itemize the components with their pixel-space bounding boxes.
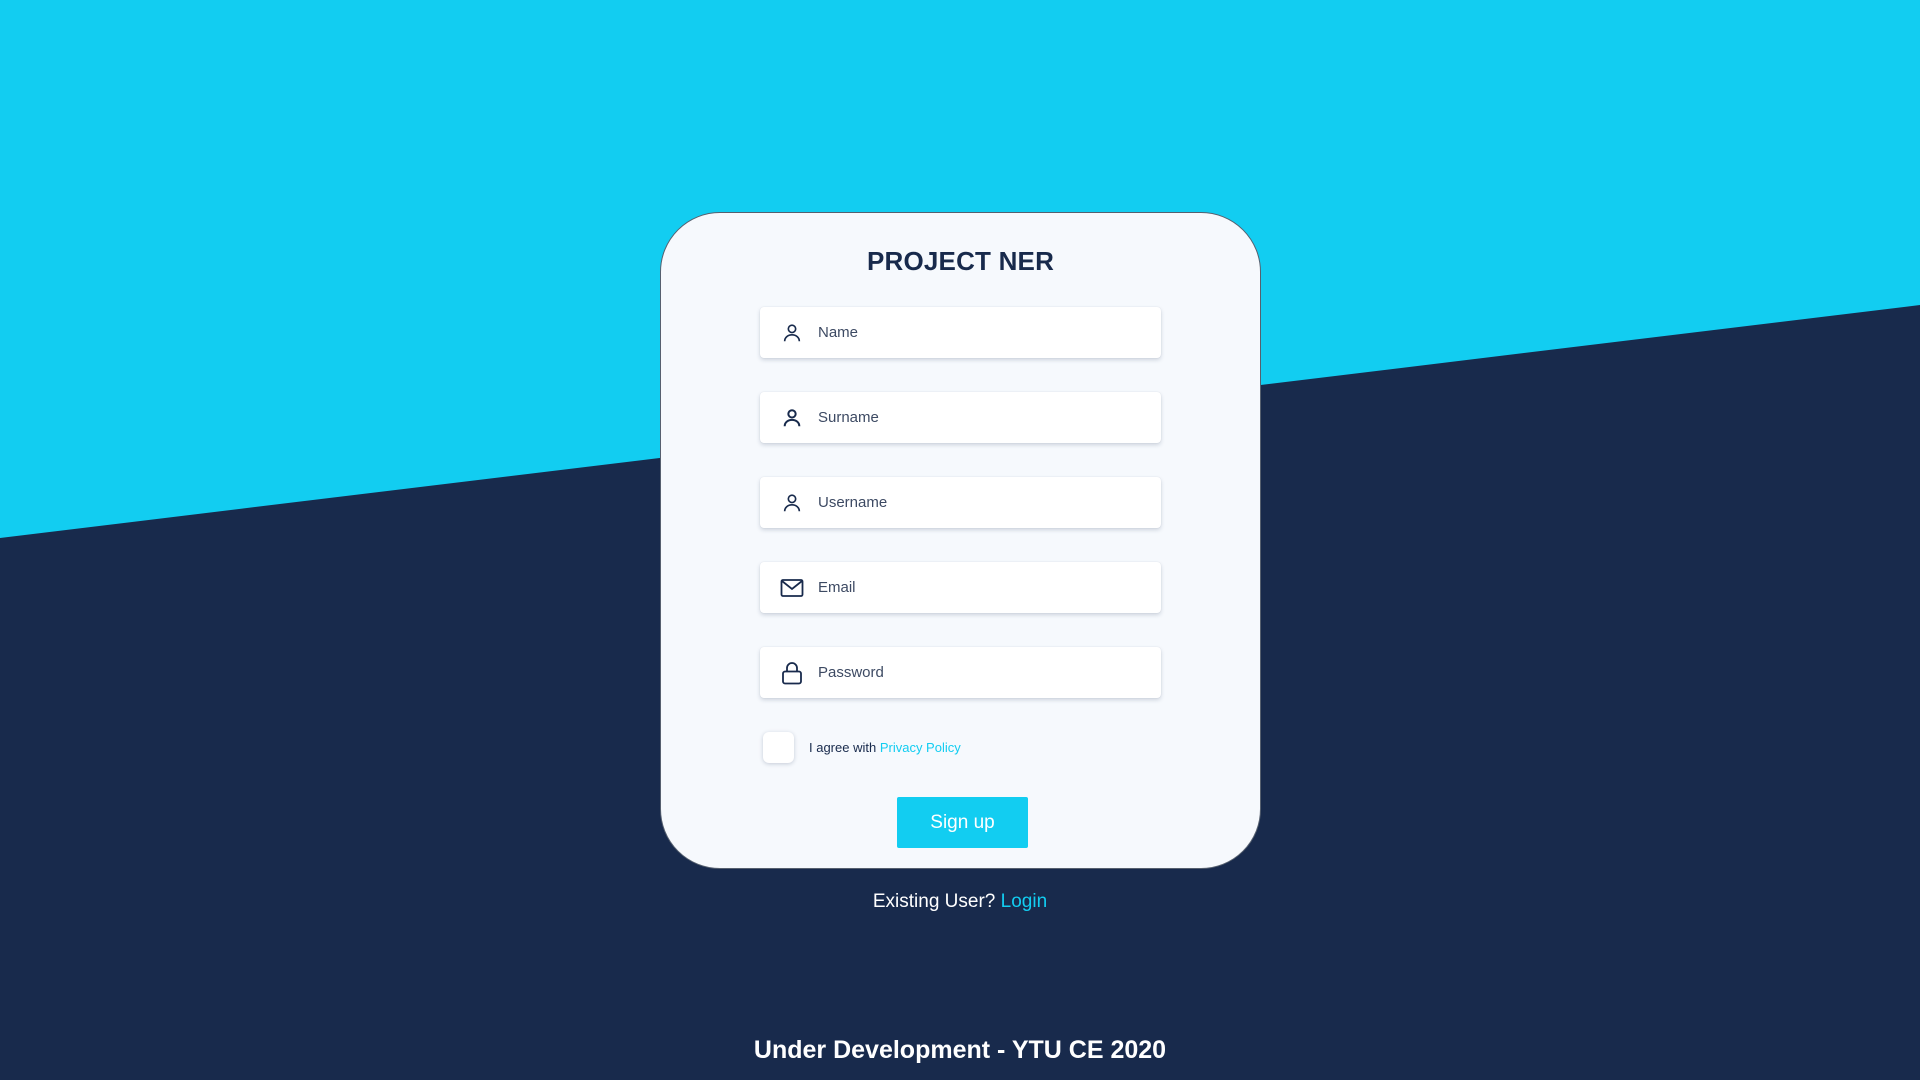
name-field[interactable] (760, 307, 1161, 358)
privacy-policy-link[interactable]: Privacy Policy (880, 740, 961, 755)
password-input[interactable] (818, 657, 1148, 688)
user-icon (780, 321, 804, 345)
name-input[interactable] (818, 317, 1148, 348)
username-input[interactable] (818, 487, 1148, 518)
agree-label: I agree with Privacy Policy (809, 740, 961, 755)
mail-icon (780, 576, 804, 600)
page-title: PROJECT NER (866, 246, 1055, 276)
lock-icon (780, 661, 804, 685)
agree-text: I agree with (809, 740, 880, 755)
privacy-agreement: I agree with Privacy Policy (763, 732, 961, 763)
username-field[interactable] (760, 477, 1161, 528)
signup-card: PROJECT NER I agree with Privacy Po (660, 212, 1261, 869)
agree-checkbox[interactable] (763, 732, 794, 763)
user-icon (780, 491, 804, 515)
surname-input[interactable] (818, 402, 1148, 433)
email-field[interactable] (760, 562, 1161, 613)
login-link[interactable]: Login (1001, 891, 1048, 912)
surname-field[interactable] (760, 392, 1161, 443)
existing-user-prompt: Existing User? Login (0, 891, 1920, 913)
email-input[interactable] (818, 572, 1148, 603)
footer-text: Under Development - YTU CE 2020 (753, 1036, 1167, 1064)
user-icon (780, 406, 804, 430)
signup-button[interactable]: Sign up (897, 797, 1028, 848)
existing-user-text: Existing User? (872, 891, 1001, 912)
password-field[interactable] (760, 647, 1161, 698)
